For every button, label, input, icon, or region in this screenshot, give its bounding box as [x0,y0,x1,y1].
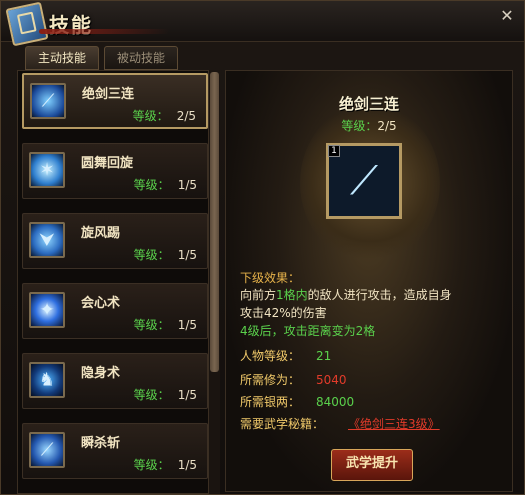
close-icon[interactable]: ✕ [498,7,516,25]
title-bar[interactable]: 技能 ✕ [1,1,524,47]
effect-description-line3: 4级后，攻击距离变为2格 [240,324,376,338]
slash-icon: ⟋ [29,432,65,468]
detail-skill-name: 绝剑三连 [338,95,399,113]
slot-number-badge: 1 [328,145,340,157]
detail-skill-level: 等级：2/5 [341,119,397,133]
skill-name: 隐身术 [81,366,121,381]
skill-item-yin-shen-shu[interactable]: ♞ 隐身术 等级： 1/5 [22,353,208,409]
skill-level: 等级： 1/5 [133,178,197,192]
tab-active-skills[interactable]: 主动技能 [25,46,99,70]
skill-item-xuan-feng-ti[interactable]: ⮟ 旋风踢 等级： 1/5 [22,213,208,269]
required-manual-row: 需要武学秘籍： 《绝剑三连3级》 [240,417,440,431]
boot-icon: ⮟ [29,222,65,258]
spin-blades-icon: ✶ [29,152,65,188]
shadow-figure-icon: ♞ [29,362,65,398]
skill-name: 圆舞回旋 [81,156,134,171]
learn-skill-button[interactable]: 武学提升 [331,449,413,481]
tab-passive-skills[interactable]: 被动技能 [104,46,178,70]
skill-level: 等级： 2/5 [132,109,196,123]
skill-list-scrollbar[interactable] [208,70,220,494]
skill-level: 等级： 1/5 [133,248,197,262]
spark-icon: ✦ [29,292,65,328]
skill-name: 瞬杀斩 [81,436,121,451]
manual-link[interactable]: 《绝剑三连3级》 [348,417,440,431]
skill-book-icon [5,1,49,47]
effect-description-line1: 向前方1格内的敌人进行攻击，造成自身 [240,288,452,302]
required-silver-row: 所需银两： 84000 [240,395,355,409]
skill-name: 旋风踢 [81,226,121,241]
skill-level: 等级： 1/5 [133,318,197,332]
required-cultivation-row: 所需修为： 5040 [240,373,347,387]
skill-name: 会心术 [81,296,121,311]
skill-list: ⟋ 绝剑三连 等级： 2/5 ✶ 圆舞回旋 等级： 1/5 ⮟ 旋风踢 等级： 1/5… [17,70,216,494]
skill-level: 等级： 1/5 [133,458,197,472]
sword-icon: ⟋ [350,158,378,204]
skill-name: 绝剑三连 [82,87,135,102]
skill-item-yuan-wu-hui-xuan[interactable]: ✶ 圆舞回旋 等级： 1/5 [22,143,208,199]
skill-item-hui-xin-shu[interactable]: ✦ 会心术 等级： 1/5 [22,283,208,339]
character-level-row: 人物等级： 21 [240,349,332,363]
skill-level: 等级： 1/5 [133,388,197,402]
next-level-effect-label: 下级效果： [240,271,301,285]
title-brush-stroke [39,29,169,34]
skill-item-jue-jian-san-lian[interactable]: ⟋ 绝剑三连 等级： 2/5 [22,73,208,129]
scrollbar-thumb[interactable] [210,72,219,372]
effect-description-line2: 攻击42%的伤害 [240,306,327,320]
detail-skill-icon: 1 ⟋ [326,143,402,219]
sword-icon: ⟋ [30,83,66,119]
skill-window: 技能 ✕ 主动技能 被动技能 ⟋ 绝剑三连 等级： 2/5 ✶ 圆舞回旋 等级： 1… [0,0,525,495]
skill-item-shun-sha-zhan[interactable]: ⟋ 瞬杀斩 等级： 1/5 [22,423,208,479]
skill-detail-panel: 绝剑三连 等级：2/5 1 ⟋ 下级效果： 向前方1格内的敌人进行攻击，造成自身… [225,70,513,492]
